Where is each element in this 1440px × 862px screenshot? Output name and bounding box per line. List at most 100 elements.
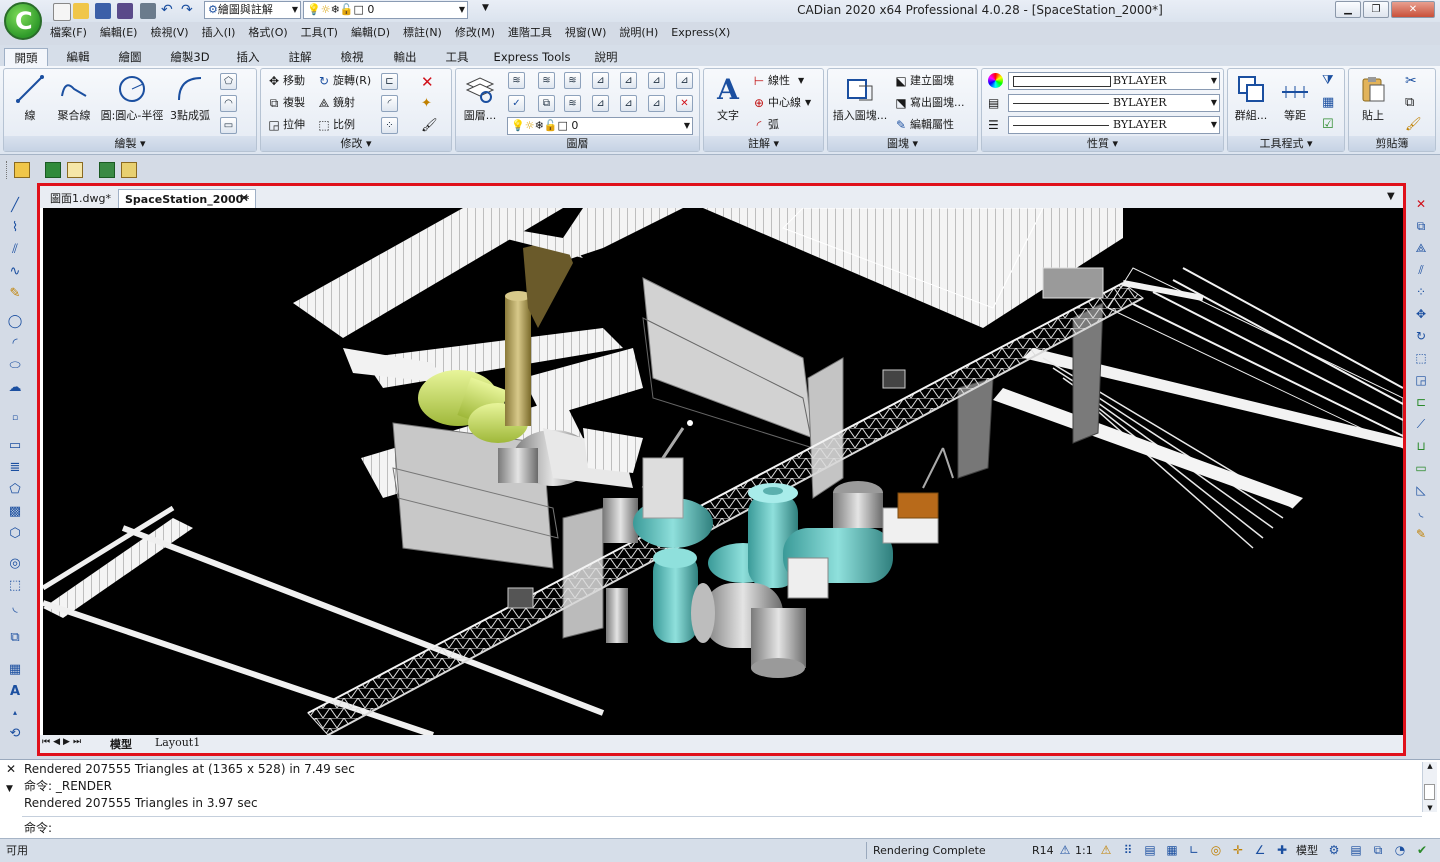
update-check-icon[interactable]: ✔ <box>1414 842 1430 858</box>
write-block-button[interactable]: ⬔ 寫出圖塊... <box>894 94 964 112</box>
menu-edit[interactable]: 編輯(E) <box>100 23 138 43</box>
save-icon[interactable] <box>95 3 111 19</box>
array-tool-icon[interactable]: ⁘ <box>1411 282 1431 302</box>
move-tool-icon[interactable]: ✥ <box>1411 304 1431 324</box>
crosshair-icon[interactable]: ✚ <box>1274 842 1290 858</box>
panel-layer-title[interactable]: 圖層 <box>456 136 699 151</box>
print-icon[interactable] <box>140 3 156 19</box>
layer-tool-3-icon[interactable]: ≋ <box>564 72 581 89</box>
block-tool-icon[interactable]: ⧉ <box>5 628 25 648</box>
annotation-scale-icon[interactable]: ⚠ <box>1057 842 1073 858</box>
layer-tool-6-icon[interactable]: ⊿ <box>648 72 665 89</box>
layer-tool-10-icon[interactable]: ⊿ <box>592 95 609 112</box>
edit-attribute-button[interactable]: ✎ 編輯屬性 <box>894 116 954 134</box>
menu-draw[interactable]: 編輯(D) <box>351 23 390 43</box>
dynamic-input-icon[interactable]: ▤ <box>1142 842 1158 858</box>
point-tool-icon[interactable]: ▫ <box>5 408 25 428</box>
doc-tab-drawing1[interactable]: 圖面1.dwg* <box>44 189 117 208</box>
join-tool-icon[interactable]: ▭ <box>1411 458 1431 478</box>
layout-tab-layout1[interactable]: Layout1 <box>155 736 200 749</box>
offset-tool-icon[interactable]: ⫽ <box>1411 260 1431 280</box>
status-version[interactable]: R14 <box>1032 842 1054 859</box>
viewports-icon[interactable]: ⧉ <box>1370 842 1386 858</box>
centerline-button[interactable]: ⊕ 中心線 ▼ <box>752 94 811 112</box>
menu-file[interactable]: 檔案(F) <box>50 23 87 43</box>
line-button[interactable]: 線 <box>8 73 52 123</box>
doc-tab-spacestation[interactable]: SpaceStation_2000* <box>118 189 257 209</box>
grid-icon[interactable]: ▦ <box>1322 95 1334 110</box>
linear-dim-button[interactable]: ⊢ 線性 ▼ <box>752 72 804 90</box>
restore-button[interactable]: ❐ <box>1363 1 1389 18</box>
tab-edit[interactable]: 編輯 <box>56 48 100 66</box>
erase-icon[interactable]: ✕ <box>421 73 434 91</box>
tab-express-tools[interactable]: Express Tools <box>490 48 574 66</box>
command-input[interactable]: 命令: <box>22 816 1422 837</box>
layer-tool-9-icon[interactable]: ≋ <box>564 95 581 112</box>
app-logo-icon[interactable] <box>4 2 42 40</box>
double-line-tool-icon[interactable]: ⫽ <box>5 240 25 260</box>
panel-properties-title[interactable]: 性質 ▾ <box>982 136 1223 151</box>
layout-tab-model[interactable]: 模型 <box>110 736 132 752</box>
spline-tool-icon[interactable]: ∿ <box>5 262 25 282</box>
hatch-tool-icon[interactable]: ≣ <box>5 458 25 478</box>
close-button[interactable]: ✕ <box>1391 1 1435 18</box>
layer-tool-11-icon[interactable]: ⊿ <box>620 95 637 112</box>
layer-tool-2-icon[interactable]: ≋ <box>538 72 555 89</box>
minimize-button[interactable]: ▁ <box>1335 1 1361 18</box>
fillet-tool-icon[interactable]: ◟ <box>5 598 25 618</box>
polar-tracking-icon[interactable]: ◎ <box>1208 842 1224 858</box>
object-snap-icon[interactable]: ✛ <box>1230 842 1246 858</box>
undo-icon[interactable]: ↶ <box>161 3 177 19</box>
sketch-tool-icon[interactable]: ✎ <box>5 284 25 304</box>
menu-window[interactable]: 視窗(W) <box>565 23 606 43</box>
open-file-icon[interactable] <box>73 3 89 19</box>
tab-view[interactable]: 檢視 <box>330 48 374 66</box>
color-dropdown[interactable]: BYLAYER ▼ <box>1008 72 1220 90</box>
tab-home[interactable]: 開頭 <box>4 48 48 66</box>
panel-annotate-title[interactable]: 註解 ▾ <box>704 136 823 151</box>
scale-tool-icon[interactable]: ⬚ <box>1411 348 1431 368</box>
panel-tools-title[interactable]: 工具程式 ▾ <box>1228 136 1344 151</box>
arc-tool-icon[interactable]: ◜ <box>5 334 25 354</box>
panel-block-title[interactable]: 圖塊 ▾ <box>828 136 977 151</box>
menu-help[interactable]: 說明(H) <box>619 23 658 43</box>
menu-advanced[interactable]: 進階工具 <box>508 23 552 43</box>
isolate-icon[interactable]: ◔ <box>1392 842 1408 858</box>
mirror-button[interactable]: ⟁ 鏡射 <box>317 94 355 112</box>
circle-button[interactable]: 圓:圓心-半徑 <box>96 73 168 123</box>
scale-button[interactable]: ⬚ 比例 <box>317 116 355 134</box>
layer-tool-12-icon[interactable]: ⊿ <box>648 95 665 112</box>
trim-icon[interactable]: ⊏ <box>381 73 398 90</box>
region-tool-icon[interactable]: ▩ <box>5 502 25 522</box>
rotate-button[interactable]: ↻ 旋轉(R) <box>317 72 371 90</box>
report-icon[interactable] <box>121 162 137 178</box>
grid-display-icon[interactable]: ▦ <box>1164 842 1180 858</box>
trim-tool-icon[interactable]: ⊏ <box>1411 392 1431 412</box>
filter-icon[interactable]: ⧩ <box>1322 73 1334 88</box>
workspace-icon[interactable]: ▤ <box>1348 842 1364 858</box>
mirror-tool-icon[interactable]: ⟁ <box>1411 238 1431 258</box>
close-command-icon[interactable]: ✕ <box>6 762 16 776</box>
stretch-tool-icon[interactable]: ◲ <box>1411 370 1431 390</box>
cloud-tool-icon[interactable]: ☁ <box>5 378 25 398</box>
erase-tool-icon[interactable]: ✕ <box>1411 194 1431 214</box>
copy-tool-icon[interactable]: ⧉ <box>1411 216 1431 236</box>
menu-format[interactable]: 格式(O) <box>248 23 287 43</box>
ortho-icon[interactable]: ∟ <box>1186 842 1202 858</box>
panel-modify-title[interactable]: 修改 ▾ <box>261 136 451 151</box>
format-painter-icon[interactable]: 🖌 <box>1405 117 1422 132</box>
rotate-tool-icon[interactable]: ↻ <box>1411 326 1431 346</box>
linetype-dropdown[interactable]: BYLAYER ▼ <box>1008 94 1220 112</box>
tab-tools[interactable]: 工具 <box>435 48 479 66</box>
tab-output[interactable]: 輸出 <box>383 48 427 66</box>
menu-express[interactable]: Express(X) <box>671 23 730 43</box>
group-button[interactable]: 群組... <box>1230 73 1272 123</box>
lineweight-dropdown[interactable]: BYLAYER ▼ <box>1008 116 1220 134</box>
ellipse-arc-icon[interactable]: ◠ <box>220 95 237 112</box>
close-tab-icon[interactable]: ✕ <box>239 191 249 205</box>
menu-insert[interactable]: 插入(I) <box>202 23 236 43</box>
menu-tools[interactable]: 工具(T) <box>301 23 338 43</box>
tab-list-chevron-icon[interactable]: ▼ <box>1387 191 1395 202</box>
polygon-icon[interactable]: ⬠ <box>220 73 237 90</box>
quick-select-icon[interactable]: ☑ <box>1322 117 1334 132</box>
